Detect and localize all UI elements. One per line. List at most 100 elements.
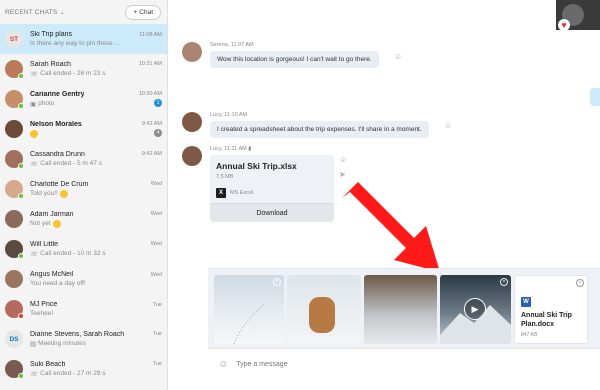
- play-icon[interactable]: ▶: [464, 298, 486, 320]
- attachment-tray: × ▶ × × W Annual Ski Trip Plan.docx 847 …: [208, 268, 600, 348]
- avatar: ST: [5, 30, 23, 48]
- avatar: [182, 42, 202, 62]
- avatar: [5, 240, 24, 259]
- attachment-doc-card[interactable]: × W Annual Ski Trip Plan.docx 847 KB: [514, 275, 588, 344]
- presence-online-icon: [18, 193, 24, 199]
- emoji-picker-icon[interactable]: ☺: [218, 359, 228, 370]
- presence-busy-icon: [18, 313, 24, 319]
- chat-name: Will Little: [30, 240, 59, 248]
- emoji-icon: [30, 129, 38, 138]
- add-reaction-icon[interactable]: ☺: [339, 155, 347, 164]
- chat-preview: Call ended - 27 m 29 s: [40, 370, 106, 377]
- photo-icon: ▣: [30, 100, 37, 108]
- emoji-icon: [59, 189, 68, 198]
- message-time: 11:07 AM: [230, 42, 254, 48]
- chat-name: Nelson Morales: [30, 120, 82, 128]
- profile-photo[interactable]: ♥: [556, 0, 600, 30]
- chat-time: Wed: [150, 241, 162, 247]
- chat-item-suki-beach[interactable]: Suki Beach Tue ☏ Call ended - 27 m 29 s: [0, 354, 167, 384]
- video-mountain[interactable]: ▶ ×: [440, 275, 511, 344]
- chat-name: Cassandra Drunn: [30, 150, 85, 158]
- document-icon: ▤: [30, 340, 37, 348]
- chat-time: Wed: [150, 211, 162, 217]
- unread-badge: 1: [154, 98, 162, 107]
- chat-name: Ski Trip plans: [30, 31, 73, 38]
- chat-item-ski-trip-plans[interactable]: ST Ski Trip plans 11:08 AM Is there any w…: [0, 24, 167, 54]
- presence-online-icon: [18, 373, 24, 379]
- chat-name: Charlotte De Crum: [30, 180, 89, 188]
- new-chat-button[interactable]: + Chat: [125, 4, 161, 20]
- chat-name: Angus McNeil: [30, 271, 74, 278]
- chat-name: Dianne Stevens, Sarah Roach: [30, 330, 125, 338]
- message-lucy: Lucy, 11:10 AM I created a spreadsheet a…: [182, 112, 429, 138]
- chat-preview: Meeting minutes: [38, 340, 86, 347]
- avatar-initials: DS: [9, 335, 19, 343]
- presence-online-icon: [18, 253, 24, 259]
- phone-icon: ☏: [30, 160, 39, 168]
- message-bubble: Wow this location is gorgeous! I can't w…: [210, 51, 379, 68]
- chat-time: 11:08 AM: [139, 31, 162, 38]
- chat-preview: photo: [38, 100, 55, 107]
- chat-time: Tue: [152, 331, 162, 337]
- chat-name: Sarah Roach: [30, 60, 71, 68]
- add-reaction-icon[interactable]: ☺: [394, 52, 402, 61]
- file-size: 7.5 MB: [216, 174, 234, 180]
- chat-item-mj-price[interactable]: MJ Price Tue Teehee!: [0, 294, 167, 324]
- avatar: [5, 180, 24, 199]
- photo-dog-snow[interactable]: [287, 275, 361, 344]
- emoji-icon: [52, 219, 61, 228]
- message-time: 11:11 AM: [224, 146, 247, 152]
- recent-chats-label: RECENT CHATS: [5, 9, 58, 16]
- message-input[interactable]: [236, 361, 437, 368]
- chat-item-nelson-morales[interactable]: Nelson Morales 9:42 AM 4: [0, 114, 167, 144]
- word-icon: W: [521, 297, 531, 307]
- chat-item-angus-mcneil[interactable]: Angus McNeil Wed You need a day off!: [0, 264, 167, 294]
- chat-name: Adam Jarman: [30, 210, 74, 218]
- avatar: [5, 90, 24, 109]
- avatar: [5, 360, 24, 379]
- file-name: Annual Ski Trip.xlsx: [216, 161, 297, 171]
- message-bubble: I created a spreadsheet about the trip e…: [210, 121, 429, 138]
- chat-item-sarah-roach[interactable]: Sarah Roach 10:31 AM ☏ Call ended - 26 m 2…: [0, 54, 167, 84]
- remove-attachment-icon[interactable]: ×: [576, 279, 584, 287]
- chevron-down-icon: ⌄: [59, 9, 66, 16]
- chat-preview: Told you!!: [30, 190, 58, 197]
- forward-icon[interactable]: ➤: [339, 170, 346, 179]
- avatar: [5, 300, 24, 319]
- sidebar-header: RECENT CHATS ⌄ + Chat: [0, 0, 167, 24]
- doc-name: Annual Ski Trip Plan.docx: [521, 312, 572, 328]
- chat-time: Wed: [150, 181, 162, 187]
- message-lucy-file: Lucy, 11:11 AM ▮ Annual Ski Trip.xlsx 7.…: [182, 146, 334, 222]
- phone-device-icon: ▮: [248, 146, 252, 152]
- photo-hikers[interactable]: [364, 275, 437, 344]
- message-time: 11:10 AM: [224, 112, 248, 118]
- avatar: [182, 112, 202, 132]
- file-card[interactable]: Annual Ski Trip.xlsx 7.5 MB X MS Excel Do…: [210, 155, 334, 222]
- remove-attachment-icon[interactable]: ×: [273, 278, 281, 286]
- chat-item-carianne-gentry[interactable]: Carianne Gentry 10:30 AM ▣ photo 1: [0, 84, 167, 114]
- avatar: [5, 150, 24, 169]
- message-sender: Serena: [210, 42, 228, 48]
- message-sender: Lucy: [210, 112, 222, 118]
- doc-size: 847 KB: [521, 331, 538, 338]
- add-reaction-icon[interactable]: ☺: [444, 121, 452, 130]
- chat-item-charlotte-de-crum[interactable]: Charlotte De Crum Wed Told you!!: [0, 174, 167, 204]
- message-serena: Serena, 11:07 AM Wow this location is go…: [182, 42, 379, 68]
- chat-item-cassandra-drunn[interactable]: Cassandra Drunn 9:42 AM ☏ Call ended - 5 m…: [0, 144, 167, 174]
- message-sender: Lucy: [210, 146, 222, 152]
- chat-item-adam-jarman[interactable]: Adam Jarman Wed Not yet: [0, 204, 167, 234]
- avatar: [5, 120, 23, 138]
- photo-snow-trail[interactable]: ×: [214, 275, 284, 344]
- chat-item-will-little[interactable]: Will Little Wed ☏ Call ended - 10 m 32 s: [0, 234, 167, 264]
- download-button[interactable]: Download: [210, 203, 334, 222]
- red-arrow-annotation: [342, 182, 440, 272]
- file-app: MS Excel: [230, 190, 254, 196]
- remove-attachment-icon[interactable]: ×: [500, 278, 508, 286]
- recent-chats-dropdown[interactable]: RECENT CHATS ⌄: [5, 8, 65, 16]
- phone-icon: ☏: [30, 70, 39, 78]
- chat-item-dianne-stevens-sarah-roach[interactable]: DS Dianne Stevens, Sarah Roach Tue ▤ Meeti…: [0, 324, 167, 354]
- presence-online-icon: [18, 103, 24, 109]
- chat-preview: Call ended - 5 m 47 s: [40, 160, 102, 167]
- chat-preview: You need a day off!: [30, 280, 86, 287]
- presence-online-icon: [18, 73, 24, 79]
